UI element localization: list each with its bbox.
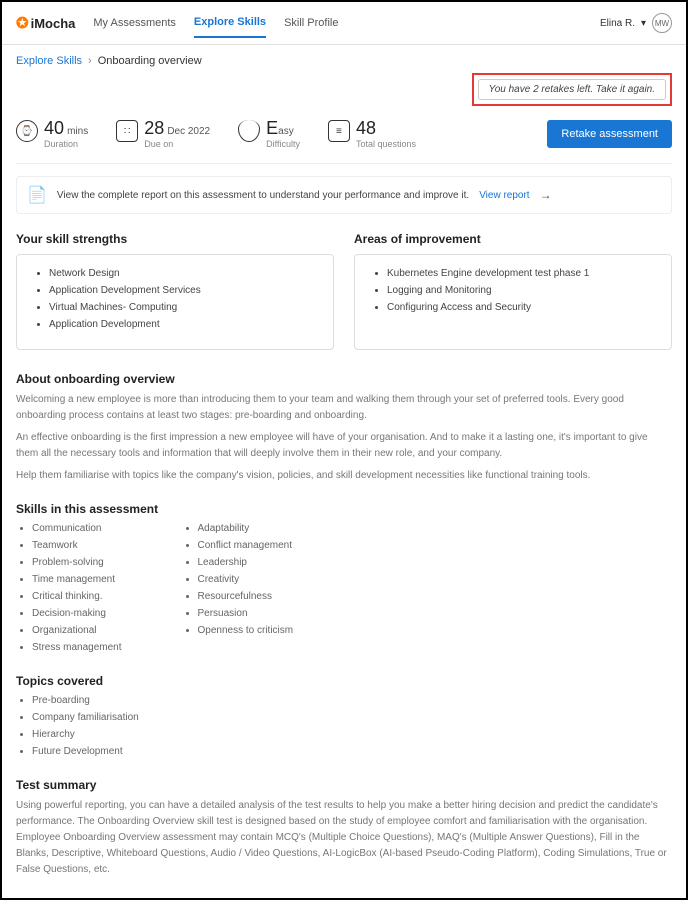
skills-col2: AdaptabilityConflict managementLeadershi… [182, 520, 294, 656]
stat-total: ≡ 48 Total questions [328, 118, 416, 149]
nav-my-assessments[interactable]: My Assessments [93, 9, 176, 37]
retake-notice-highlight: You have 2 retakes left. Take it again. [472, 73, 672, 106]
arrow-right-icon: → [540, 188, 552, 202]
list-item: Future Development [32, 743, 139, 760]
about-p1: Welcoming a new employee is more than in… [16, 392, 672, 424]
improve-list: Kubernetes Engine development test phase… [369, 265, 657, 316]
avatar: MW [652, 13, 672, 33]
user-menu[interactable]: Elina R. ▾ MW [600, 13, 672, 33]
list-item: Communication [32, 520, 122, 537]
chevron-down-icon: ▾ [641, 18, 646, 29]
about-p2: An effective onboarding is the first imp… [16, 430, 672, 462]
about-p3: Help them familiarise with topics like t… [16, 468, 672, 484]
top-bar: ✪ iMocha My Assessments Explore Skills S… [2, 2, 686, 45]
list-item: Creativity [198, 571, 294, 588]
summary-title: Test summary [16, 778, 672, 792]
improve-title: Areas of improvement [354, 232, 672, 246]
list-item: Logging and Monitoring [387, 282, 657, 299]
list-item: Hierarchy [32, 726, 139, 743]
summary-p: Using powerful reporting, you can have a… [16, 798, 672, 878]
list-item: Organizational [32, 622, 122, 639]
report-banner: 📄 View the complete report on this asses… [16, 176, 672, 214]
user-name: Elina R. [600, 18, 635, 29]
list-item: Critical thinking. [32, 588, 122, 605]
list-item: Kubernetes Engine development test phase… [387, 265, 657, 282]
list-item: Resourcefulness [198, 588, 294, 605]
list-item: Problem-solving [32, 554, 122, 571]
skills-title: Skills in this assessment [16, 502, 672, 516]
list-item: Configuring Access and Security [387, 299, 657, 316]
list-item: Openness to criticism [198, 622, 294, 639]
clock-icon: ⌚ [16, 120, 38, 142]
list-item: Application Development [49, 316, 319, 333]
strengths-list: Network DesignApplication Development Se… [31, 265, 319, 333]
retake-notice: You have 2 retakes left. Take it again. [478, 79, 666, 100]
report-text: View the complete report on this assessm… [57, 190, 469, 201]
brand-logo[interactable]: ✪ iMocha [16, 14, 75, 32]
improve-box: Kubernetes Engine development test phase… [354, 254, 672, 350]
topics-list: Pre-boardingCompany familiarisationHiera… [16, 692, 139, 760]
stat-due: ∷ 28 Dec 2022 Due on [116, 118, 210, 149]
calendar-icon: ∷ [116, 120, 138, 142]
view-report-link[interactable]: View report [479, 190, 529, 201]
list-item: Decision-making [32, 605, 122, 622]
list-item: Conflict management [198, 537, 294, 554]
retake-assessment-button[interactable]: Retake assessment [547, 120, 672, 148]
list-item: Time management [32, 571, 122, 588]
list-item: Virtual Machines- Computing [49, 299, 319, 316]
list-item: Stress management [32, 639, 122, 656]
nav-explore-skills[interactable]: Explore Skills [194, 8, 266, 38]
shield-icon [238, 120, 260, 142]
list-item: Persuasion [198, 605, 294, 622]
brand-name: iMocha [31, 16, 76, 31]
breadcrumb-current: Onboarding overview [98, 55, 202, 67]
list-item: Network Design [49, 265, 319, 282]
about-title: About onboarding overview [16, 372, 672, 386]
topics-title: Topics covered [16, 674, 672, 688]
strengths-box: Network DesignApplication Development Se… [16, 254, 334, 350]
list-item: Adaptability [198, 520, 294, 537]
breadcrumb: Explore Skills › Onboarding overview [16, 55, 672, 67]
stat-difficulty: Easy Difficulty [238, 118, 300, 149]
list-item: Pre-boarding [32, 692, 139, 709]
brand-icon: ✪ [16, 14, 29, 32]
breadcrumb-root[interactable]: Explore Skills [16, 55, 82, 67]
document-icon: ≡ [328, 120, 350, 142]
report-icon: 📄 [27, 185, 47, 205]
chevron-right-icon: › [88, 55, 92, 67]
stat-duration: ⌚ 40 mins Duration [16, 118, 88, 149]
list-item: Leadership [198, 554, 294, 571]
strengths-title: Your skill strengths [16, 232, 334, 246]
stats-row: ⌚ 40 mins Duration ∷ 28 Dec 2022 Due on … [16, 110, 672, 164]
list-item: Application Development Services [49, 282, 319, 299]
list-item: Company familiarisation [32, 709, 139, 726]
skills-col1: CommunicationTeamworkProblem-solvingTime… [16, 520, 122, 656]
list-item: Teamwork [32, 537, 122, 554]
nav-skill-profile[interactable]: Skill Profile [284, 9, 338, 37]
